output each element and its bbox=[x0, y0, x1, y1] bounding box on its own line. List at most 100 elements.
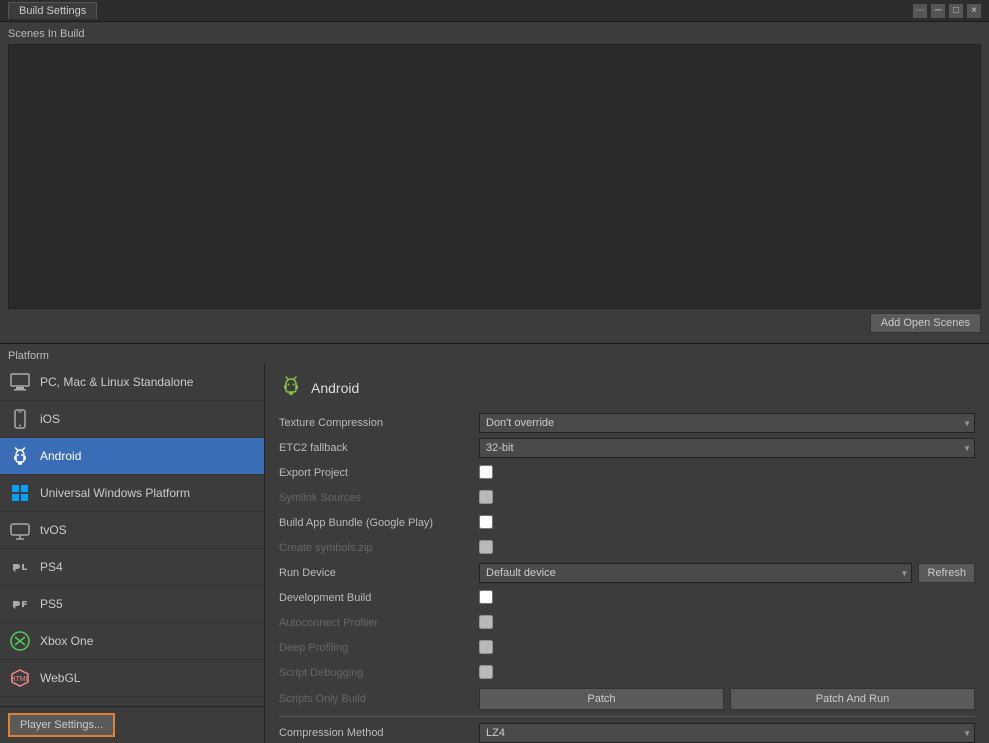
sidebar-item-android[interactable]: Android bbox=[0, 438, 264, 475]
title-tab: Build Settings bbox=[8, 2, 97, 19]
ios-label: iOS bbox=[40, 412, 60, 426]
sidebar-item-ps4[interactable]: PS4 bbox=[0, 549, 264, 586]
ps5-icon bbox=[8, 592, 32, 616]
run-device-select[interactable]: Default device bbox=[479, 563, 912, 583]
export-project-label: Export Project bbox=[279, 467, 479, 479]
scenes-toolbar: Add Open Scenes bbox=[8, 309, 981, 337]
export-project-checkbox[interactable] bbox=[479, 465, 493, 479]
autoconnect-profiler-checkbox bbox=[479, 615, 493, 629]
refresh-button[interactable]: Refresh bbox=[918, 563, 975, 583]
pc-label: PC, Mac & Linux Standalone bbox=[40, 375, 193, 389]
player-settings-button[interactable]: Player Settings... bbox=[8, 713, 115, 737]
separator bbox=[279, 716, 975, 717]
patch-button[interactable]: Patch bbox=[479, 688, 724, 710]
title-bar: Build Settings ⋯ ─ □ × bbox=[0, 0, 989, 22]
maximize-btn[interactable]: □ bbox=[949, 4, 963, 18]
compression-method-row: Compression Method LZ4 ▼ bbox=[279, 723, 975, 743]
script-debugging-value bbox=[479, 665, 975, 682]
deep-profiling-row: Deep Profiling bbox=[279, 638, 975, 658]
scenes-title: Scenes In Build bbox=[8, 28, 981, 40]
create-symbols-label: Create symbols.zip bbox=[279, 542, 479, 554]
window-controls: ⋯ ─ □ × bbox=[913, 4, 981, 18]
ps5-label: PS5 bbox=[40, 597, 63, 611]
development-build-checkbox[interactable] bbox=[479, 590, 493, 604]
symlink-sources-value bbox=[479, 490, 975, 507]
etc2-fallback-label: ETC2 fallback bbox=[279, 442, 479, 454]
development-build-row: Development Build bbox=[279, 588, 975, 608]
build-app-bundle-row: Build App Bundle (Google Play) bbox=[279, 513, 975, 533]
uwp-label: Universal Windows Platform bbox=[40, 486, 190, 500]
tvos-icon bbox=[8, 518, 32, 542]
sidebar-item-ios[interactable]: iOS bbox=[0, 401, 264, 438]
autoconnect-profiler-row: Autoconnect Profiler bbox=[279, 613, 975, 633]
webgl-icon: HTML bbox=[8, 666, 32, 690]
create-symbols-checkbox bbox=[479, 540, 493, 554]
compression-method-label: Compression Method bbox=[279, 727, 479, 739]
texture-compression-select[interactable]: Don't override bbox=[479, 413, 975, 433]
scripts-only-row: Scripts Only Build Patch Patch And Run bbox=[279, 688, 975, 710]
ps4-icon bbox=[8, 555, 32, 579]
development-build-value bbox=[479, 590, 975, 607]
etc2-fallback-row: ETC2 fallback 32-bit ▼ bbox=[279, 438, 975, 458]
android-panel-icon bbox=[279, 374, 303, 401]
sidebar-item-xbox[interactable]: Xbox One bbox=[0, 623, 264, 660]
sidebar-item-pc[interactable]: PC, Mac & Linux Standalone bbox=[0, 364, 264, 401]
autoconnect-profiler-label: Autoconnect Profiler bbox=[279, 617, 479, 629]
sidebar-item-tvos[interactable]: tvOS bbox=[0, 512, 264, 549]
compression-method-select[interactable]: LZ4 bbox=[479, 723, 975, 743]
settings-panel: Android Texture Compression Don't overri… bbox=[265, 364, 989, 743]
run-device-label: Run Device bbox=[279, 567, 479, 579]
build-app-bundle-checkbox[interactable] bbox=[479, 515, 493, 529]
sidebar-item-ps5[interactable]: PS5 bbox=[0, 586, 264, 623]
script-debugging-row: Script Debugging bbox=[279, 663, 975, 683]
platform-section: PC, Mac & Linux Standalone iOS bbox=[0, 364, 989, 743]
panel-header: Android bbox=[279, 374, 975, 401]
build-app-bundle-label: Build App Bundle (Google Play) bbox=[279, 517, 479, 529]
symlink-sources-label: Symlink Sources bbox=[279, 492, 479, 504]
etc2-fallback-select[interactable]: 32-bit bbox=[479, 438, 975, 458]
uwp-icon bbox=[8, 481, 32, 505]
script-debugging-label: Script Debugging bbox=[279, 667, 479, 679]
export-project-value bbox=[479, 465, 975, 482]
texture-compression-dropdown-wrap: Don't override ▼ bbox=[479, 413, 975, 433]
texture-compression-row: Texture Compression Don't override ▼ bbox=[279, 413, 975, 433]
create-symbols-row: Create symbols.zip bbox=[279, 538, 975, 558]
create-symbols-value bbox=[479, 540, 975, 557]
run-device-row: Run Device Default device ▼ Refresh bbox=[279, 563, 975, 583]
etc2-fallback-dropdown-wrap: 32-bit ▼ bbox=[479, 438, 975, 458]
tvos-label: tvOS bbox=[40, 523, 67, 537]
add-open-scenes-button[interactable]: Add Open Scenes bbox=[870, 313, 981, 333]
patch-and-run-button[interactable]: Patch And Run bbox=[730, 688, 975, 710]
sidebar-footer: Player Settings... bbox=[0, 706, 264, 743]
android-icon bbox=[8, 444, 32, 468]
more-options-btn[interactable]: ⋯ bbox=[913, 4, 927, 18]
svg-text:HTML: HTML bbox=[10, 676, 29, 683]
sidebar-item-webgl[interactable]: HTML WebGL bbox=[0, 660, 264, 697]
scripts-only-label: Scripts Only Build bbox=[279, 693, 479, 705]
xbox-icon bbox=[8, 629, 32, 653]
symlink-sources-checkbox bbox=[479, 490, 493, 504]
export-project-row: Export Project bbox=[279, 463, 975, 483]
symlink-sources-row: Symlink Sources bbox=[279, 488, 975, 508]
platform-label: Platform bbox=[0, 344, 989, 364]
minimize-btn[interactable]: ─ bbox=[931, 4, 945, 18]
autoconnect-profiler-value bbox=[479, 615, 975, 632]
scenes-section: Scenes In Build Add Open Scenes bbox=[0, 22, 989, 344]
build-app-bundle-value bbox=[479, 515, 975, 532]
script-debugging-checkbox bbox=[479, 665, 493, 679]
pc-icon bbox=[8, 370, 32, 394]
scripts-buttons: Patch Patch And Run bbox=[479, 688, 975, 710]
sidebar: PC, Mac & Linux Standalone iOS bbox=[0, 364, 265, 743]
panel-content: Android Texture Compression Don't overri… bbox=[279, 374, 975, 743]
compression-method-dropdown-wrap: LZ4 ▼ bbox=[479, 723, 975, 743]
close-btn[interactable]: × bbox=[967, 4, 981, 18]
panel-title: Android bbox=[311, 380, 359, 396]
webgl-label: WebGL bbox=[40, 671, 80, 685]
development-build-label: Development Build bbox=[279, 592, 479, 604]
ps4-label: PS4 bbox=[40, 560, 63, 574]
sidebar-item-uwp[interactable]: Universal Windows Platform bbox=[0, 475, 264, 512]
ios-icon bbox=[8, 407, 32, 431]
scenes-area bbox=[8, 44, 981, 309]
xbox-label: Xbox One bbox=[40, 634, 93, 648]
deep-profiling-label: Deep Profiling bbox=[279, 642, 479, 654]
